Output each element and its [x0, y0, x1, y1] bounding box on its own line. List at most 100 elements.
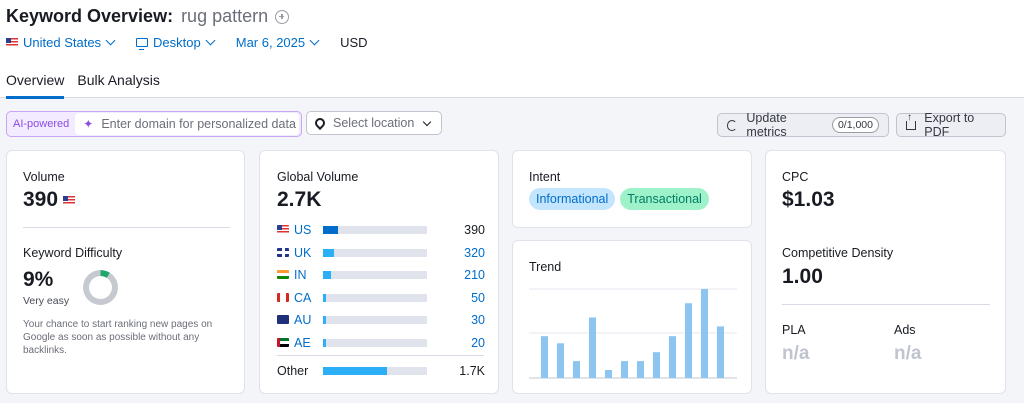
country-row-us: US 390 [277, 223, 485, 237]
ae-flag-icon [277, 337, 289, 347]
global-volume-card: Global Volume 2.7K US 390 UK 320 IN 210 CA 50 AU… [259, 150, 499, 394]
trend-bar[interactable] [621, 361, 628, 378]
filters-bar: United States Desktop Mar 6, 2025 USD [6, 35, 368, 50]
device-filter-label: Desktop [153, 35, 201, 50]
country-bar-fill [323, 338, 326, 347]
keyword-title: rug pattern [181, 6, 269, 26]
trend-bar[interactable] [669, 336, 676, 378]
au-flag-icon [277, 315, 289, 324]
cpc-card: CPC $1.03 Competitive Density 1.00 PLA n… [765, 150, 1006, 394]
us-flag-icon [277, 225, 289, 234]
country-filter[interactable]: United States [6, 35, 116, 50]
country-bar-fill [323, 226, 338, 234]
page-title: Keyword Overview: [6, 6, 174, 26]
country-bar-fill [323, 248, 335, 257]
country-row-au: AU 30 [277, 313, 485, 327]
other-value: 1.7K [459, 364, 485, 378]
sparkle-icon: ✦ [83, 117, 94, 131]
ca-flag-icon [277, 292, 289, 302]
country-code[interactable]: CA [294, 291, 311, 305]
divider [23, 227, 230, 228]
tabs: Overview Bulk Analysis [6, 72, 173, 99]
trend-bar[interactable] [685, 303, 692, 378]
location-pin-icon [312, 115, 328, 131]
export-icon [906, 113, 917, 130]
in-flag-icon [277, 270, 289, 279]
country-value[interactable]: 20 [471, 336, 485, 350]
domain-input[interactable]: ✦ Enter domain for personalized data [75, 113, 299, 135]
kd-value: 9% [23, 268, 54, 291]
trend-bar[interactable] [589, 317, 596, 378]
pla-label: PLA [782, 323, 806, 337]
country-row-ae: AE 20 [277, 336, 485, 350]
intent-tag-transactional[interactable]: Transactional [620, 188, 709, 210]
trend-bar[interactable] [701, 289, 708, 378]
us-flag-icon [6, 38, 18, 47]
ai-powered-badge: AI-powered [13, 118, 70, 130]
page-header: Keyword Overview: rug pattern United Sta… [0, 0, 1024, 99]
country-value[interactable]: 320 [464, 246, 485, 260]
chevron-down-icon [105, 35, 116, 46]
location-select[interactable]: Select location [306, 111, 442, 135]
refresh-icon [727, 119, 738, 131]
tab-overview[interactable]: Overview [6, 72, 65, 99]
pla-value: n/a [782, 343, 810, 364]
cpc-label: CPC [782, 170, 809, 184]
other-bar-fill [323, 367, 388, 375]
country-value: 390 [464, 223, 485, 237]
country-code[interactable]: US [294, 223, 311, 237]
ads-value: n/a [894, 343, 922, 364]
country-value[interactable]: 50 [471, 291, 485, 305]
trend-chart [529, 288, 737, 379]
date-filter[interactable]: Mar 6, 2025 [235, 35, 320, 50]
country-row-uk: UK 320 [277, 246, 485, 260]
domain-input-placeholder: Enter domain for personalized data [101, 117, 296, 131]
currency-label: USD [340, 35, 368, 50]
device-filter[interactable]: Desktop [136, 35, 216, 50]
trend-bar[interactable] [605, 369, 612, 378]
kd-hint: Your chance to start ranking new pages o… [23, 319, 213, 356]
country-bar-track [323, 338, 427, 347]
intent-tags: Informational Transactional [529, 188, 709, 210]
country-bar-fill [323, 293, 326, 302]
intent-card: Intent Informational Transactional [512, 150, 752, 228]
other-label: Other [277, 364, 309, 378]
kd-text: Very easy [23, 295, 70, 307]
trend-bar[interactable] [557, 343, 564, 378]
trend-bar[interactable] [541, 336, 548, 378]
location-select-label: Select location [333, 116, 415, 130]
update-metrics-button[interactable]: Update metrics 0/1,000 [717, 111, 889, 139]
update-counter: 0/1,000 [831, 117, 879, 133]
tab-bulk-analysis[interactable]: Bulk Analysis [77, 72, 159, 99]
other-bar-track [323, 367, 427, 375]
trend-bar[interactable] [573, 361, 580, 378]
country-bar-fill [323, 271, 331, 279]
intent-tag-informational[interactable]: Informational [529, 188, 616, 210]
intent-label: Intent [529, 170, 561, 184]
country-value[interactable]: 30 [471, 313, 485, 327]
country-value[interactable]: 210 [464, 268, 485, 282]
country-code[interactable]: IN [294, 268, 307, 282]
export-pdf-label: Export to PDF [924, 111, 975, 139]
kd-ring-chart [83, 270, 118, 305]
trend-bar[interactable] [717, 326, 724, 378]
country-code[interactable]: AE [294, 336, 311, 350]
desktop-icon [136, 38, 149, 50]
date-filter-label: Mar 6, 2025 [235, 35, 306, 50]
ads-label: Ads [894, 323, 916, 337]
uk-flag-icon [277, 247, 289, 257]
trend-bar[interactable] [653, 352, 660, 378]
country-bar-track [323, 248, 427, 257]
trend-card: Trend [512, 240, 752, 394]
trend-bar[interactable] [637, 361, 644, 378]
add-keyword-icon[interactable] [275, 9, 290, 24]
country-code[interactable]: UK [294, 246, 311, 260]
country-bar-track [323, 226, 427, 234]
export-pdf-button[interactable]: Export to PDF [896, 111, 1006, 139]
divider [277, 355, 484, 356]
volume-label: Volume [23, 170, 65, 184]
country-filter-label: United States [23, 35, 102, 50]
volume-card: Volume 390 Keyword Difficulty 9% Very ea… [6, 150, 245, 394]
country-code[interactable]: AU [294, 313, 311, 327]
update-metrics-label: Update metrics [746, 111, 787, 139]
